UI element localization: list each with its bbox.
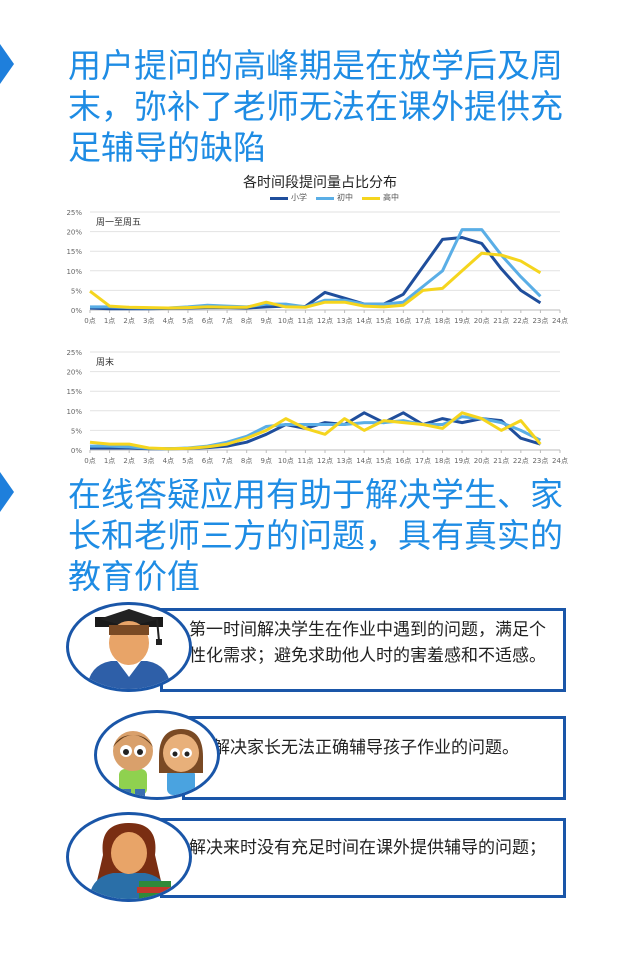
x-tick-label: 7点 [221,457,232,465]
x-tick-label: 14点 [356,317,372,325]
x-tick-label: 18点 [435,317,451,325]
x-tick-label: 11点 [297,317,313,325]
graduate-student-icon [66,602,192,692]
y-tick-label: 15% [66,248,82,256]
x-tick-label: 20点 [474,317,490,325]
x-tick-label: 0点 [84,317,95,325]
x-tick-label: 9点 [261,457,272,465]
section-heading-1: 用户提问的高峰期是在放学后及周末，弥补了老师无法在课外提供充足辅导的缺陷 [68,46,563,167]
x-tick-label: 15点 [376,317,392,325]
x-tick-label: 17点 [415,317,431,325]
section-marker-1 [0,44,14,84]
x-tick-label: 2点 [123,457,134,465]
series-line-1 [89,236,542,311]
student-benefit-card: 第一时间解决学生在作业中遇到的问题，满足个性化需求；避免求助他人时的害羞感和不适… [160,608,566,692]
x-tick-label: 13点 [337,457,353,465]
y-tick-label: 10% [66,268,82,276]
x-tick-label: 19点 [454,457,470,465]
x-tick-label: 19点 [454,317,470,325]
x-tick-label: 6点 [202,457,213,465]
x-tick-label: 9点 [261,317,272,325]
y-tick-label: 20% [66,229,82,237]
teacher-icon [66,812,192,902]
y-tick-label: 25% [66,209,82,217]
x-tick-label: 24点 [552,457,568,465]
section-heading-2: 在线答疑应用有助于解决学生、家长和老师三方的问题，具有真实的教育价值 [68,475,563,596]
x-tick-label: 5点 [182,457,193,465]
x-tick-label: 4点 [163,317,174,325]
parent-benefit-text: 解决家长无法正确辅导孩子作业的问题。 [213,738,519,758]
y-tick-label: 25% [66,349,82,357]
x-tick-label: 5点 [182,317,193,325]
teacher-benefit-card: 解决来时没有充足时间在课外提供辅导的问题； [160,818,566,898]
x-tick-label: 20点 [474,457,490,465]
y-tick-label: 0% [71,447,82,455]
chart-title: 各时间段提问量占比分布 [243,175,397,191]
x-tick-label: 22点 [513,317,529,325]
x-tick-label: 4点 [163,457,174,465]
y-tick-label: 0% [71,307,82,315]
section-marker-2 [0,472,14,512]
x-tick-label: 10点 [278,317,294,325]
x-tick-label: 0点 [84,457,95,465]
weekday-chart: 0%5%10%15%20%25%0点 1点 2点 3点 4点 5点 6点 7点 8点 9点 10点 1… [66,209,568,325]
y-tick-label: 20% [66,369,82,377]
x-tick-label: 8点 [241,317,252,325]
x-tick-label: 18点 [435,457,451,465]
x-tick-label: 8点 [241,457,252,465]
x-tick-label: 24点 [552,317,568,325]
parent-benefit-card: 解决家长无法正确辅导孩子作业的问题。 [182,716,566,800]
x-tick-label: 14点 [356,457,372,465]
x-tick-label: 21点 [493,317,509,325]
y-tick-label: 5% [71,427,82,435]
panel-label: 周一至周五 [96,217,141,228]
y-tick-label: 10% [66,408,82,416]
x-tick-label: 12点 [317,457,333,465]
weekend-chart: 0%5%10%15%20%25%0点 1点 2点 3点 4点 5点 6点 7点 8点 9点 10点 1… [66,349,568,465]
x-tick-label: 7点 [221,317,232,325]
parents-icon [94,710,220,800]
x-tick-label: 15点 [376,457,392,465]
x-tick-label: 13点 [337,317,353,325]
x-tick-label: 1点 [104,317,115,325]
x-tick-label: 10点 [278,457,294,465]
x-tick-label: 11点 [297,457,313,465]
panel-label: 周末 [96,356,114,368]
student-benefit-text: 第一时间解决学生在作业中遇到的问题，满足个性化需求；避免求助他人时的害羞感和不适… [189,620,546,666]
x-tick-label: 22点 [513,457,529,465]
x-tick-label: 3点 [143,457,154,465]
x-tick-label: 16点 [395,317,411,325]
teacher-benefit-text: 解决来时没有充足时间在课外提供辅导的问题； [189,838,546,858]
y-tick-label: 5% [71,287,82,295]
x-tick-label: 23点 [532,317,548,325]
x-tick-label: 2点 [123,317,134,325]
x-tick-label: 6点 [202,317,213,325]
x-tick-label: 1点 [104,457,115,465]
y-tick-label: 15% [66,388,82,396]
x-tick-label: 23点 [532,457,548,465]
x-tick-label: 3点 [143,317,154,325]
x-tick-label: 16点 [395,457,411,465]
x-tick-label: 12点 [317,317,333,325]
x-tick-label: 21点 [493,457,509,465]
x-tick-label: 17点 [415,457,431,465]
